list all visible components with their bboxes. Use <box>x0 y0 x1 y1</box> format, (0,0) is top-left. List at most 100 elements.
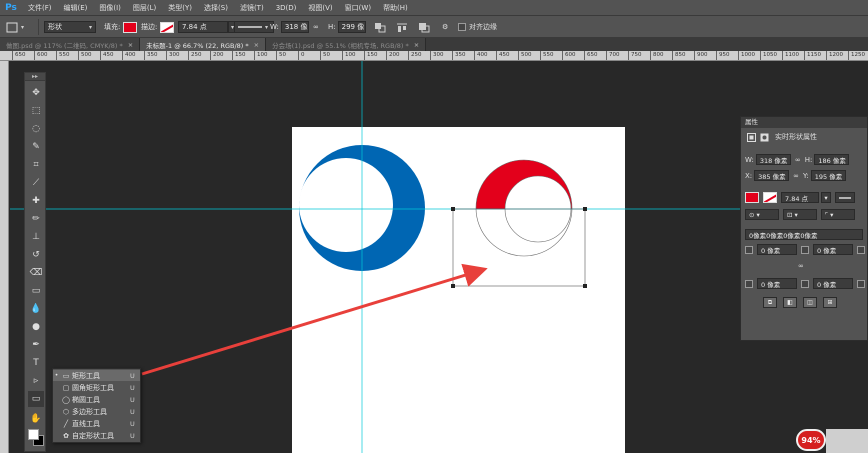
mask-icon[interactable] <box>747 132 756 142</box>
width-field[interactable]: 318 像 <box>280 21 309 33</box>
lasso-tool-icon[interactable]: ◌ <box>28 121 44 137</box>
prop-width-field[interactable]: 318 像素 <box>755 154 791 165</box>
menu-filter[interactable]: 滤镜(T) <box>234 3 270 13</box>
hand-tool-icon[interactable]: ✋ <box>28 411 44 427</box>
link-dimensions-icon[interactable]: ∞ <box>313 20 319 34</box>
prop-stroke-width-field[interactable]: 7.84 点 <box>781 192 819 203</box>
blur-tool-icon[interactable]: 💧 <box>28 301 44 317</box>
flyout-rounded-rectangle-tool[interactable]: ▢ 圆角矩形工具 U <box>53 382 140 393</box>
corner-top-right-checkbox[interactable] <box>801 245 809 254</box>
prop-height-field[interactable]: 186 像素 <box>814 154 850 165</box>
path-selection-tool-icon[interactable]: ▹ <box>28 373 44 389</box>
foreground-color-swatch[interactable] <box>28 429 39 440</box>
prop-stroke-corner-select[interactable]: ⌜ ▾ <box>821 209 855 220</box>
type-tool-icon[interactable]: T <box>28 355 44 371</box>
panel-grip[interactable]: ▸▸ <box>25 73 45 81</box>
menu-help[interactable]: 帮助(H) <box>377 3 414 13</box>
tab-document-2[interactable]: 未标题-1 @ 66.7% (22, RGB/8) * × <box>140 38 267 51</box>
menu-edit[interactable]: 编辑(E) <box>58 3 94 13</box>
link-dimensions-icon[interactable]: ∞ <box>795 156 801 164</box>
tab-document-3[interactable]: 分会场(1).psd @ 55.1% (相机专场, RGB/8) * × <box>266 38 427 51</box>
eyedropper-tool-icon[interactable]: ⟋ <box>28 175 44 191</box>
path-subtract-icon[interactable]: ◧ <box>783 297 797 308</box>
rectangle-tool-icon[interactable]: ▭ <box>28 391 44 407</box>
close-icon[interactable]: × <box>414 41 419 49</box>
height-field[interactable]: 299 像 <box>337 21 366 33</box>
prop-height-label: H: <box>804 155 813 164</box>
corner-bottom-left-field[interactable]: 0 像素 <box>757 278 797 289</box>
chevron-down-icon: ▾ <box>265 23 269 31</box>
corner-extra-checkbox-2[interactable] <box>857 279 865 288</box>
clone-stamp-tool-icon[interactable]: ⊥ <box>28 229 44 245</box>
horizontal-ruler[interactable]: 650 600 550 500 450 400 350 300 250 200 150 100 50 0 5… <box>0 51 868 61</box>
tool-preset-picker[interactable]: ▾ <box>6 20 24 34</box>
gear-icon[interactable]: ⚙ <box>442 20 448 34</box>
menu-window[interactable]: 窗口(W) <box>339 3 377 13</box>
flyout-rectangle-tool[interactable]: • ▭ 矩形工具 U <box>53 370 140 381</box>
prop-fill-swatch[interactable] <box>745 192 759 203</box>
mode-select[interactable]: 形状 ▾ <box>44 21 96 33</box>
link-corners-icon[interactable]: ∞ <box>798 262 804 270</box>
menu-type[interactable]: 类型(Y) <box>162 3 198 13</box>
prop-stroke-align-select[interactable]: ⊙ ▾ <box>745 209 779 220</box>
flyout-custom-shape-tool[interactable]: ✿ 自定形状工具 U <box>53 430 140 441</box>
vertical-ruler[interactable] <box>0 61 9 453</box>
menu-image[interactable]: 图像(I) <box>93 3 127 13</box>
menu-view[interactable]: 视图(V) <box>302 3 338 13</box>
path-combine-icon[interactable]: ⧉ <box>763 297 777 308</box>
quick-select-tool-icon[interactable]: ✎ <box>28 139 44 155</box>
path-arrangement-icon[interactable] <box>418 20 430 34</box>
corner-radius-all-field[interactable]: 0像素0像素0像素0像素 <box>745 229 863 240</box>
corner-bottom-right-field[interactable]: 0 像素 <box>813 278 853 289</box>
flyout-line-tool[interactable]: ╱ 直线工具 U <box>53 418 140 429</box>
tab-document-1[interactable]: 做图.psd @ 117% (二维码, CMYK/8) * × <box>0 38 141 51</box>
gradient-tool-icon[interactable]: ▭ <box>28 283 44 299</box>
menu-layer[interactable]: 图层(L) <box>127 3 162 13</box>
flyout-ellipse-tool[interactable]: ◯ 椭圆工具 U <box>53 394 140 405</box>
ruler-tick-label: 500 <box>518 51 532 60</box>
rectangle-shape-icon <box>6 22 18 32</box>
move-tool-icon[interactable]: ✥ <box>28 85 44 101</box>
marquee-tool-icon[interactable]: ⬚ <box>28 103 44 119</box>
ruler-tick-label: 400 <box>122 51 136 60</box>
path-exclude-icon[interactable]: ⊞ <box>823 297 837 308</box>
corner-extra-checkbox[interactable] <box>857 245 865 254</box>
stroke-color-swatch[interactable] <box>160 21 175 33</box>
stroke-width-field[interactable]: 7.84 点 <box>178 21 228 33</box>
corner-top-left-checkbox[interactable] <box>745 245 753 254</box>
history-brush-tool-icon[interactable]: ↺ <box>28 247 44 263</box>
flyout-polygon-tool[interactable]: ⬡ 多边形工具 U <box>53 406 140 417</box>
prop-stroke-width-dropdown[interactable]: ▾ <box>821 192 831 203</box>
ruler-tick-label: 150 <box>364 51 378 60</box>
close-icon[interactable]: × <box>254 41 259 49</box>
eraser-tool-icon[interactable]: ⌫ <box>28 265 44 281</box>
path-operations-icon[interactable] <box>374 20 386 34</box>
dodge-tool-icon[interactable]: ● <box>28 319 44 335</box>
pen-tool-icon[interactable]: ✒ <box>28 337 44 353</box>
path-alignment-icon[interactable] <box>396 20 408 34</box>
ruler-tick-label: 300 <box>430 51 444 60</box>
brush-tool-icon[interactable]: ✏ <box>28 211 44 227</box>
corner-bottom-left-checkbox[interactable] <box>745 279 753 288</box>
stroke-type-select[interactable]: ▾ <box>234 21 274 33</box>
crop-tool-icon[interactable]: ⌗ <box>28 157 44 173</box>
prop-stroke-type-select[interactable] <box>835 192 855 203</box>
corner-bottom-right-checkbox[interactable] <box>801 279 809 288</box>
corner-top-left-field[interactable]: 0 像素 <box>757 244 797 255</box>
ruler-tick-label: 450 <box>496 51 510 60</box>
close-icon[interactable]: × <box>128 41 133 49</box>
prop-stroke-swatch[interactable] <box>763 192 777 203</box>
prop-y-field[interactable]: 195 像素 <box>810 170 846 181</box>
menu-file[interactable]: 文件(F) <box>22 3 58 13</box>
document-canvas[interactable] <box>292 127 625 453</box>
prop-stroke-caps-select[interactable]: ⊡ ▾ <box>783 209 817 220</box>
fill-color-swatch[interactable] <box>123 21 138 33</box>
path-intersect-icon[interactable]: ◫ <box>803 297 817 308</box>
menu-select[interactable]: 选择(S) <box>198 3 234 13</box>
healing-brush-tool-icon[interactable]: ✚ <box>28 193 44 209</box>
align-edges-checkbox[interactable] <box>458 23 466 31</box>
vector-mask-icon[interactable] <box>760 133 769 142</box>
corner-top-right-field[interactable]: 0 像素 <box>813 244 853 255</box>
menu-3d[interactable]: 3D(D) <box>270 4 303 12</box>
prop-x-field[interactable]: 385 像素 <box>754 170 790 181</box>
